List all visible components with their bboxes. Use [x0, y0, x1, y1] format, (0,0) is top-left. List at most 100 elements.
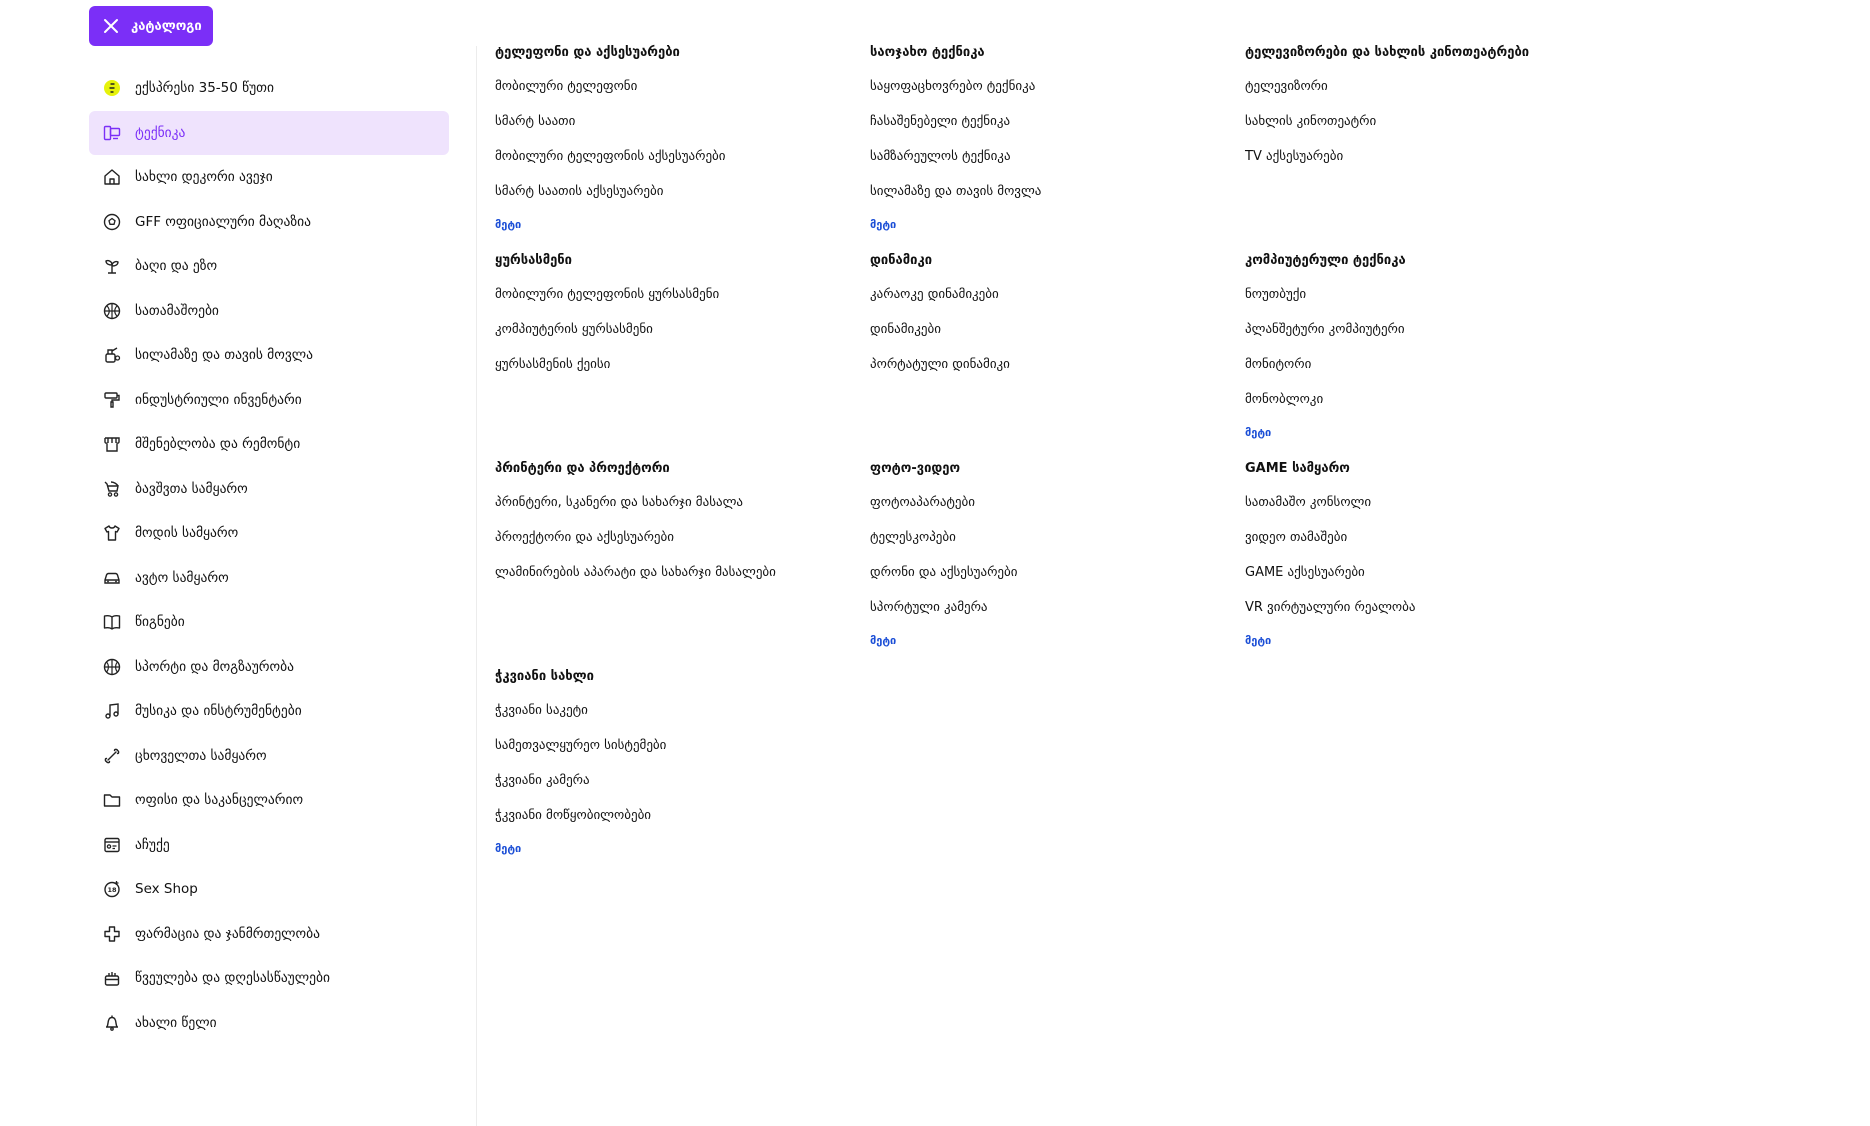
- menu-more-link[interactable]: მეტი: [870, 212, 1245, 231]
- medical-cross-icon: [101, 923, 123, 945]
- menu-group-title[interactable]: კომპიუტერული ტექნიკა: [1245, 254, 1615, 280]
- menu-link[interactable]: VR ვირტუალური რეალობა: [1245, 593, 1615, 628]
- menu-group-title[interactable]: ყურსასმენი: [495, 254, 870, 280]
- menu-link[interactable]: მონიტორი: [1245, 350, 1615, 385]
- menu-link[interactable]: ფოტოაპარატები: [870, 488, 1245, 523]
- menu-group: ტელევიზორები და სახლის კინოთეატრები ტელევ…: [1245, 44, 1615, 252]
- menu-link[interactable]: მობილური ტელეფონი: [495, 72, 870, 107]
- menu-link[interactable]: TV აქსესუარები: [1245, 142, 1615, 177]
- paint-roller-icon: [101, 389, 123, 411]
- menu-link[interactable]: სილამაზე და თავის მოვლა: [870, 177, 1245, 212]
- menu-link[interactable]: ტელესკოპები: [870, 523, 1245, 558]
- menu-more-link[interactable]: მეტი: [1245, 420, 1615, 439]
- sidebar-item-label: სახლი დეკორი ავეჯი: [135, 169, 273, 185]
- sidebar-item[interactable]: ფარმაცია და ჯანმრთელობა: [89, 912, 449, 956]
- sidebar-item[interactable]: 18 Sex Shop: [89, 867, 449, 911]
- bone-icon: [101, 745, 123, 767]
- sidebar-item[interactable]: GFF ოფიციალური მაღაზია: [89, 200, 449, 244]
- menu-more-link[interactable]: მეტი: [870, 628, 1245, 647]
- catalog-close-button[interactable]: კატალოგი: [89, 6, 213, 46]
- menu-link[interactable]: მობილური ტელეფონის ყურსასმენი: [495, 280, 870, 315]
- menu-group-title[interactable]: საოჯახო ტექნიკა: [870, 46, 1245, 72]
- menu-link[interactable]: პორტატული დინამიკი: [870, 350, 1245, 385]
- christmas-bell-icon: [101, 1012, 123, 1034]
- menu-group: საოჯახო ტექნიკა საყოფაცხოვრებო ტექნიკა ჩას…: [870, 44, 1245, 252]
- menu-link[interactable]: კარაოკე დინამიკები: [870, 280, 1245, 315]
- sidebar-item[interactable]: მშენებლობა და რემონტი: [89, 422, 449, 466]
- menu-link[interactable]: სამეთვალყურეო სისტემები: [495, 731, 870, 766]
- menu-link[interactable]: ლამინირების აპარატი და სახარჯი მასალები: [495, 558, 870, 593]
- menu-link[interactable]: პლანშეტური კომპიუტერი: [1245, 315, 1615, 350]
- menu-link[interactable]: ვიდეო თამაშები: [1245, 523, 1615, 558]
- menu-link[interactable]: საყოფაცხოვრებო ტექნიკა: [870, 72, 1245, 107]
- sidebar-item[interactable]: წიგნები: [89, 600, 449, 644]
- menu-link[interactable]: მონობლოკი: [1245, 385, 1615, 420]
- sidebar-item[interactable]: ბაღი და ეზო: [89, 244, 449, 288]
- menu-group-title[interactable]: დინამიკი: [870, 254, 1245, 280]
- menu-link[interactable]: ტელევიზორი: [1245, 72, 1615, 107]
- menu-link[interactable]: სამზარეულოს ტექნიკა: [870, 142, 1245, 177]
- menu-link[interactable]: სახლის კინოთეატრი: [1245, 107, 1615, 142]
- gift-card-icon: [101, 834, 123, 856]
- menu-link[interactable]: პრინტერი, სკანერი და სახარჯი მასალა: [495, 488, 870, 523]
- sidebar-item[interactable]: სახლი დეკორი ავეჯი: [89, 155, 449, 199]
- sidebar-item[interactable]: ბავშვთა სამყარო: [89, 467, 449, 511]
- sidebar-item[interactable]: ექსპრესი 35-50 წუთი: [89, 66, 449, 110]
- menu-more-link[interactable]: მეტი: [1245, 628, 1615, 647]
- menu-group: ჭკვიანი სახლი ჭკვიანი საკეტი სამეთვალყურეო…: [495, 668, 870, 876]
- menu-more-link[interactable]: მეტი: [495, 212, 870, 231]
- menu-group-title[interactable]: პრინტერი და პროექტორი: [495, 462, 870, 488]
- menu-group-title[interactable]: GAME სამყარო: [1245, 462, 1615, 488]
- sidebar-item[interactable]: აჩუქე: [89, 823, 449, 867]
- sidebar-item[interactable]: მუსიკა და ინსტრუმენტები: [89, 689, 449, 733]
- catalog-label: კატალოგი: [131, 18, 202, 34]
- sidebar-item[interactable]: ახალი წელი: [89, 1001, 449, 1045]
- menu-link[interactable]: ყურსასმენის ქეისი: [495, 350, 870, 385]
- folder-icon: [101, 789, 123, 811]
- sidebar-item[interactable]: ცხოველთა სამყარო: [89, 734, 449, 778]
- menu-group-title[interactable]: ფოტო-ვიდეო: [870, 462, 1245, 488]
- menu-group-title[interactable]: ჭკვიანი სახლი: [495, 670, 870, 696]
- sidebar-item-label: სილამაზე და თავის მოვლა: [135, 347, 313, 363]
- music-note-icon: [101, 700, 123, 722]
- menu-link[interactable]: სათამაშო კონსოლი: [1245, 488, 1615, 523]
- sidebar-item-label: ტექნიკა: [135, 124, 186, 141]
- menu-link[interactable]: დრონი და აქსესუარები: [870, 558, 1245, 593]
- sidebar-item[interactable]: სათამაშოები: [89, 289, 449, 333]
- menu-more-link[interactable]: მეტი: [495, 836, 870, 855]
- sidebar-item[interactable]: სილამაზე და თავის მოვლა: [89, 333, 449, 377]
- menu-link[interactable]: სმარტ საათი: [495, 107, 870, 142]
- menu-link[interactable]: ჭკვიანი კამერა: [495, 766, 870, 801]
- sidebar-item[interactable]: მოდის სამყარო: [89, 511, 449, 555]
- sidebar-item-label: GFF ოფიციალური მაღაზია: [135, 213, 312, 230]
- menu-group: ტელეფონი და აქსესუარები მობილური ტელეფონი…: [495, 44, 870, 252]
- sidebar-item[interactable]: ტექნიკა: [89, 110, 449, 155]
- menu-link[interactable]: დინამიკები: [870, 315, 1245, 350]
- menu-link[interactable]: ჭკვიანი საკეტი: [495, 696, 870, 731]
- menu-link[interactable]: კომპიუტერის ყურსასმენი: [495, 315, 870, 350]
- express-bolt-icon: [101, 77, 123, 99]
- plant-icon: [101, 255, 123, 277]
- sidebar-divider: [476, 46, 477, 1126]
- sidebar-item[interactable]: წვეულება და დღესასწაულები: [89, 956, 449, 1000]
- menu-link[interactable]: სპორტული კამერა: [870, 593, 1245, 628]
- menu-group: ყურსასმენი მობილური ტელეფონის ყურსასმენი კ…: [495, 252, 870, 460]
- menu-link[interactable]: GAME აქსესუარები: [1245, 558, 1615, 593]
- menu-link[interactable]: ჭკვიანი მოწყობილობები: [495, 801, 870, 836]
- menu-link[interactable]: ნოუთბუქი: [1245, 280, 1615, 315]
- category-sidebar: ექსპრესი 35-50 წუთი ტექნიკა სახლი დეკორი ა…: [89, 66, 449, 1045]
- car-icon: [101, 567, 123, 589]
- sidebar-item[interactable]: სპორტი და მოგზაურობა: [89, 645, 449, 689]
- menu-group-title[interactable]: ტელეფონი და აქსესუარები: [495, 46, 870, 72]
- store-icon: [101, 433, 123, 455]
- menu-link[interactable]: პროექტორი და აქსესუარები: [495, 523, 870, 558]
- sidebar-item[interactable]: ინდუსტრიული ინვენტარი: [89, 378, 449, 422]
- menu-group-title[interactable]: ტელევიზორები და სახლის კინოთეატრები: [1245, 46, 1615, 72]
- sidebar-item[interactable]: ოფისი და საკანცელარიო: [89, 778, 449, 822]
- sidebar-item[interactable]: ავტო სამყარო: [89, 556, 449, 600]
- menu-link[interactable]: მობილური ტელეფონის აქსესუარები: [495, 142, 870, 177]
- menu-link[interactable]: ჩასაშენებელი ტექნიკა: [870, 107, 1245, 142]
- sidebar-item-label: წიგნები: [135, 614, 185, 630]
- menu-group: ფოტო-ვიდეო ფოტოაპარატები ტელესკოპები დრონი …: [870, 460, 1245, 668]
- menu-link[interactable]: სმარტ საათის აქსესუარები: [495, 177, 870, 212]
